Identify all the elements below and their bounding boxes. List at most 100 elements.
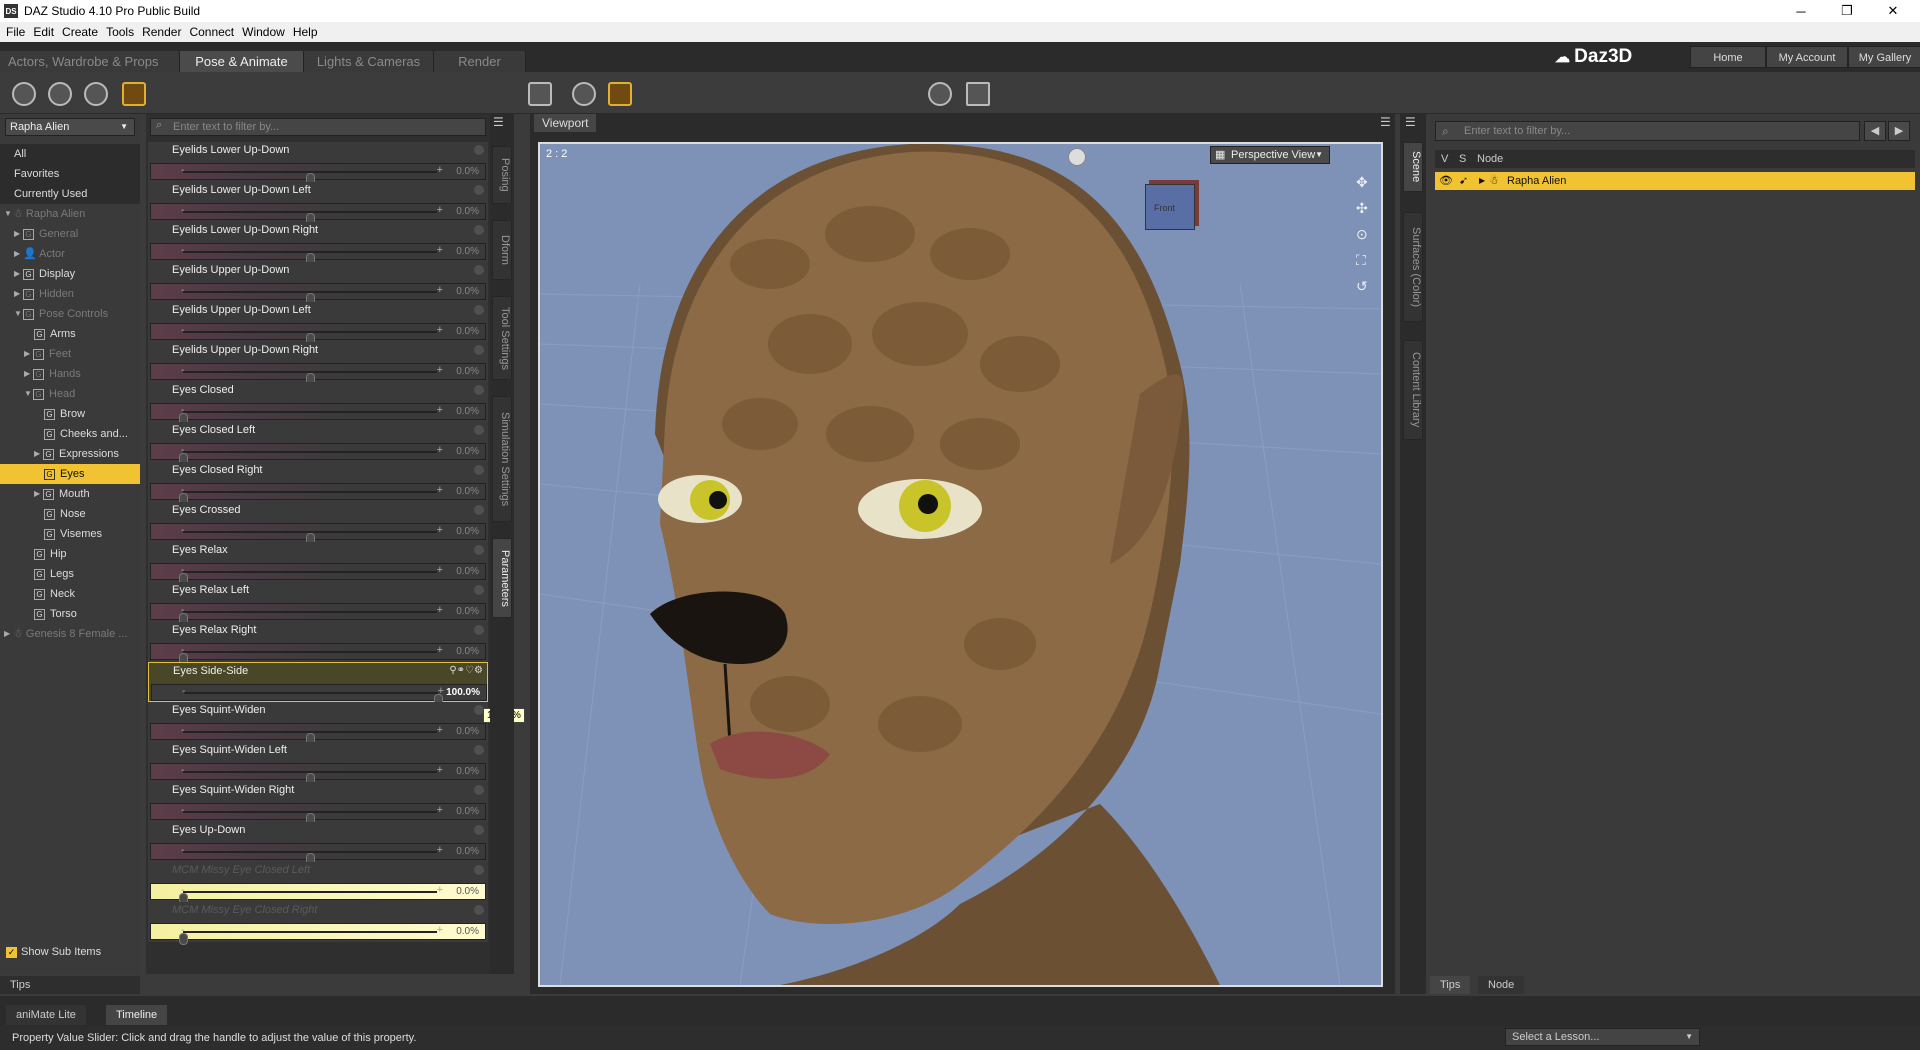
mesh-tool-icon[interactable] (966, 82, 990, 106)
param-row[interactable]: Eyes Side-Side ⚲⚭♡⚙ -+100.0% (148, 662, 488, 706)
value-slider[interactable]: -+0.0% (150, 323, 486, 345)
param-row[interactable]: Eyes Relax -+0.0% (148, 542, 488, 585)
param-row[interactable]: Eyes Squint-Widen Right -+0.0% (148, 782, 488, 825)
daz3d-logo[interactable]: ☁ Daz3D (1555, 44, 1675, 70)
param-row[interactable]: MCM Missy Eye Closed Right -+0.0% (148, 902, 488, 945)
render-settings-icon[interactable] (928, 82, 952, 106)
param-row[interactable]: MCM Missy Eye Closed Left -+0.0% (148, 862, 488, 905)
col-selectable[interactable]: S (1459, 150, 1466, 168)
param-value[interactable]: 0.0% (456, 366, 479, 377)
scene-node-row[interactable]: 👁 ➹ ▶ ☃ Rapha Alien (1435, 172, 1915, 190)
draw-style-icon[interactable] (1068, 148, 1086, 166)
tab-animate-lite[interactable]: aniMate Lite (6, 1005, 86, 1025)
tree-item-torso[interactable]: G Torso (0, 604, 140, 624)
value-slider[interactable]: -+0.0% (150, 923, 486, 945)
slider-track[interactable] (179, 411, 437, 425)
tab-scene[interactable]: Scene (1403, 142, 1423, 192)
param-value[interactable]: 0.0% (456, 566, 479, 577)
gear-icon[interactable] (474, 585, 484, 595)
slider-track[interactable] (183, 171, 437, 185)
increment-button[interactable]: + (437, 484, 443, 496)
slider-track[interactable] (179, 891, 437, 905)
slider-track[interactable] (183, 851, 437, 865)
increment-button[interactable]: + (437, 444, 443, 456)
param-value[interactable]: 0.0% (456, 606, 479, 617)
gear-icon[interactable] (474, 865, 484, 875)
increment-button[interactable]: + (437, 884, 443, 896)
gear-icon[interactable] (474, 185, 484, 195)
menu-render[interactable]: Render (142, 25, 181, 39)
value-slider[interactable]: -+100.0% (151, 684, 487, 706)
gear-icon[interactable] (474, 825, 484, 835)
gear-icon[interactable] (474, 785, 484, 795)
tree-item-legs[interactable]: G Legs (0, 564, 140, 584)
tab-pose-animate[interactable]: Pose & Animate (180, 51, 304, 72)
slider-handle[interactable] (179, 933, 188, 945)
tree-item-hands[interactable]: ▶ G Hands (0, 364, 140, 384)
increment-button[interactable]: + (437, 324, 443, 336)
gear-icon[interactable] (474, 345, 484, 355)
param-value[interactable]: 0.0% (456, 326, 479, 337)
tab-node[interactable]: Node (1478, 976, 1525, 994)
increment-button[interactable]: + (437, 564, 443, 576)
frame-icon[interactable]: ⛶ (1356, 252, 1366, 269)
orbit-icon[interactable]: ✥ (1356, 174, 1368, 191)
param-value[interactable]: 0.0% (456, 806, 479, 817)
increment-button[interactable]: + (437, 164, 443, 176)
param-row[interactable]: Eyes Closed Left -+0.0% (148, 422, 488, 465)
param-value[interactable]: 0.0% (456, 926, 479, 937)
slider-track[interactable] (183, 731, 437, 745)
tab-tips-right[interactable]: Tips (1430, 976, 1471, 994)
tree-item-actor[interactable]: ▶ 👤 Actor (0, 244, 140, 264)
minimize-button[interactable]: ─ (1778, 0, 1824, 22)
maximize-button[interactable]: ❐ (1824, 0, 1870, 22)
tab-tool-settings[interactable]: Tool Settings (492, 296, 512, 380)
slider-track[interactable] (179, 611, 437, 625)
viewport-menu-icon[interactable]: ☰ (1380, 115, 1391, 129)
tree-item-eyes[interactable]: G Eyes (0, 464, 140, 484)
menu-edit[interactable]: Edit (33, 25, 54, 39)
slider-track[interactable] (183, 771, 437, 785)
tab-viewport[interactable]: Viewport (534, 114, 597, 132)
slider-track[interactable] (183, 531, 437, 545)
value-slider[interactable]: -+0.0% (150, 523, 486, 545)
param-value[interactable]: 0.0% (456, 166, 479, 177)
gear-icon[interactable] (474, 305, 484, 315)
slider-track[interactable] (183, 811, 437, 825)
value-slider[interactable]: -+0.0% (150, 443, 486, 465)
slider-track[interactable] (179, 571, 437, 585)
tab-simulation-settings[interactable]: Simulation Settings (492, 396, 512, 522)
reset-view-icon[interactable]: ↺ (1356, 278, 1368, 295)
value-slider[interactable]: -+0.0% (150, 363, 486, 385)
menu-connect[interactable]: Connect (189, 25, 234, 39)
universal-tool-icon[interactable] (12, 82, 36, 106)
param-tools-icon[interactable]: ⚲⚭♡⚙ (449, 665, 483, 676)
expand-arrow-icon[interactable]: ▶ (1479, 172, 1485, 190)
view-cube[interactable]: Front (1145, 184, 1195, 230)
menu-file[interactable]: File (6, 25, 25, 39)
tab-parameters[interactable]: Parameters (492, 538, 512, 618)
tree-item-hidden[interactable]: ▶ G Hidden (0, 284, 140, 304)
value-slider[interactable]: -+0.0% (150, 763, 486, 785)
tab-tips-left[interactable]: Tips (0, 976, 140, 994)
lesson-select[interactable]: Select a Lesson... ▼ (1505, 1028, 1700, 1046)
nav-forward-button[interactable]: ▶ (1888, 121, 1910, 141)
param-row[interactable]: Eyes Closed Right -+0.0% (148, 462, 488, 505)
tab-surfaces[interactable]: Surfaces (Color) (1403, 212, 1423, 322)
show-sub-items-checkbox[interactable]: ✓ Show Sub Items (6, 946, 101, 958)
tree-item-head[interactable]: ▼ G Head (0, 384, 140, 404)
category-currently-used[interactable]: Currently Used (0, 184, 140, 204)
slider-track[interactable] (179, 451, 437, 465)
home-button[interactable]: Home (1690, 46, 1766, 68)
value-slider[interactable]: -+0.0% (150, 203, 486, 225)
tree-item-display[interactable]: ▶ G Display (0, 264, 140, 284)
param-value[interactable]: 0.0% (456, 486, 479, 497)
tree-item-mouth[interactable]: ▶ G Mouth (0, 484, 140, 504)
slider-track[interactable] (183, 331, 437, 345)
eye-icon[interactable]: 👁 (1439, 172, 1453, 190)
params-filter-input[interactable]: Enter text to filter by... (150, 118, 486, 136)
slider-track[interactable] (183, 371, 437, 385)
param-row[interactable]: Eyes Up-Down -+0.0% (148, 822, 488, 865)
increment-button[interactable]: + (437, 524, 443, 536)
param-value[interactable]: 100.0% (446, 687, 480, 698)
